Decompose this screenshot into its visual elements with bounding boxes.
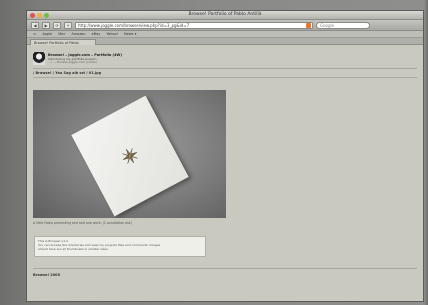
bookmark-amazon[interactable]: Amazon	[71, 32, 85, 36]
browser-window: Browse! Portfolio of Pablo Antillà ◀ ▶ ⟳…	[26, 10, 424, 302]
bookmark-mac[interactable]: Mac	[58, 32, 65, 36]
tab-portfolio[interactable]: Browse! Portfolio of Pablo	[30, 39, 96, 45]
address-bar[interactable]: http://www.joggle.com/browse/view.php?id…	[75, 21, 313, 29]
tab-bar: Browse! Portfolio of Pablo	[27, 38, 423, 45]
address-text: http://www.joggle.com/browse/view.php?id…	[78, 22, 190, 28]
breadcrumb[interactable]: / Browse! / Yao Sag alb sel / 01.jpg	[33, 71, 101, 75]
rss-feed-icon[interactable]	[306, 22, 311, 28]
bookmark-apple[interactable]: Apple	[42, 32, 52, 36]
title-bar: Browse! Portfolio of Pablo Antillà	[27, 11, 423, 20]
reload-button[interactable]: ⟳	[53, 21, 61, 29]
site-meta: …/ — Browse.joggle.com posted	[48, 60, 97, 64]
back-button[interactable]: ◀	[31, 21, 39, 29]
header-divider	[33, 68, 417, 69]
bookmarks-book-icon[interactable]: ▭	[33, 32, 36, 36]
breadcrumb-divider	[33, 77, 417, 78]
window-title: Browse! Portfolio of Pablo Antillà	[188, 12, 262, 17]
info-note: This is Browse! v1.2 You can browse the …	[34, 236, 206, 257]
paper-sheet	[71, 95, 189, 217]
bookmark-ebay[interactable]: eBay	[92, 32, 101, 36]
search-input[interactable]: Google	[316, 21, 370, 29]
portfolio-photo[interactable]	[33, 90, 226, 218]
footer-text: Browse! 2005	[33, 273, 61, 277]
add-bookmark-button[interactable]: +	[64, 21, 72, 29]
bookmark-yahoo[interactable]: Yahoo!	[106, 32, 118, 36]
avatar	[33, 52, 45, 65]
forward-button[interactable]: ▶	[42, 21, 50, 29]
bookmarks-bar: ▭ Apple Mac Amazon eBay Yahoo! News ▾	[27, 31, 423, 38]
photo-caption: A little Pablo presenting one and one wo…	[33, 221, 132, 225]
starburst-icon	[122, 148, 138, 164]
edge-shadow	[424, 0, 428, 305]
site-header: Browse! – Joggle.com – Portfolio (4W) In…	[33, 52, 233, 66]
bookmark-news[interactable]: News ▾	[124, 32, 136, 36]
toolbar: ◀ ▶ ⟳ + http://www.joggle.com/browse/vie…	[27, 20, 423, 31]
footer-divider	[33, 268, 417, 269]
page-content: Browse! – Joggle.com – Portfolio (4W) In…	[27, 46, 423, 301]
note-line-2: should here are all thumbnails in smalle…	[38, 247, 109, 251]
